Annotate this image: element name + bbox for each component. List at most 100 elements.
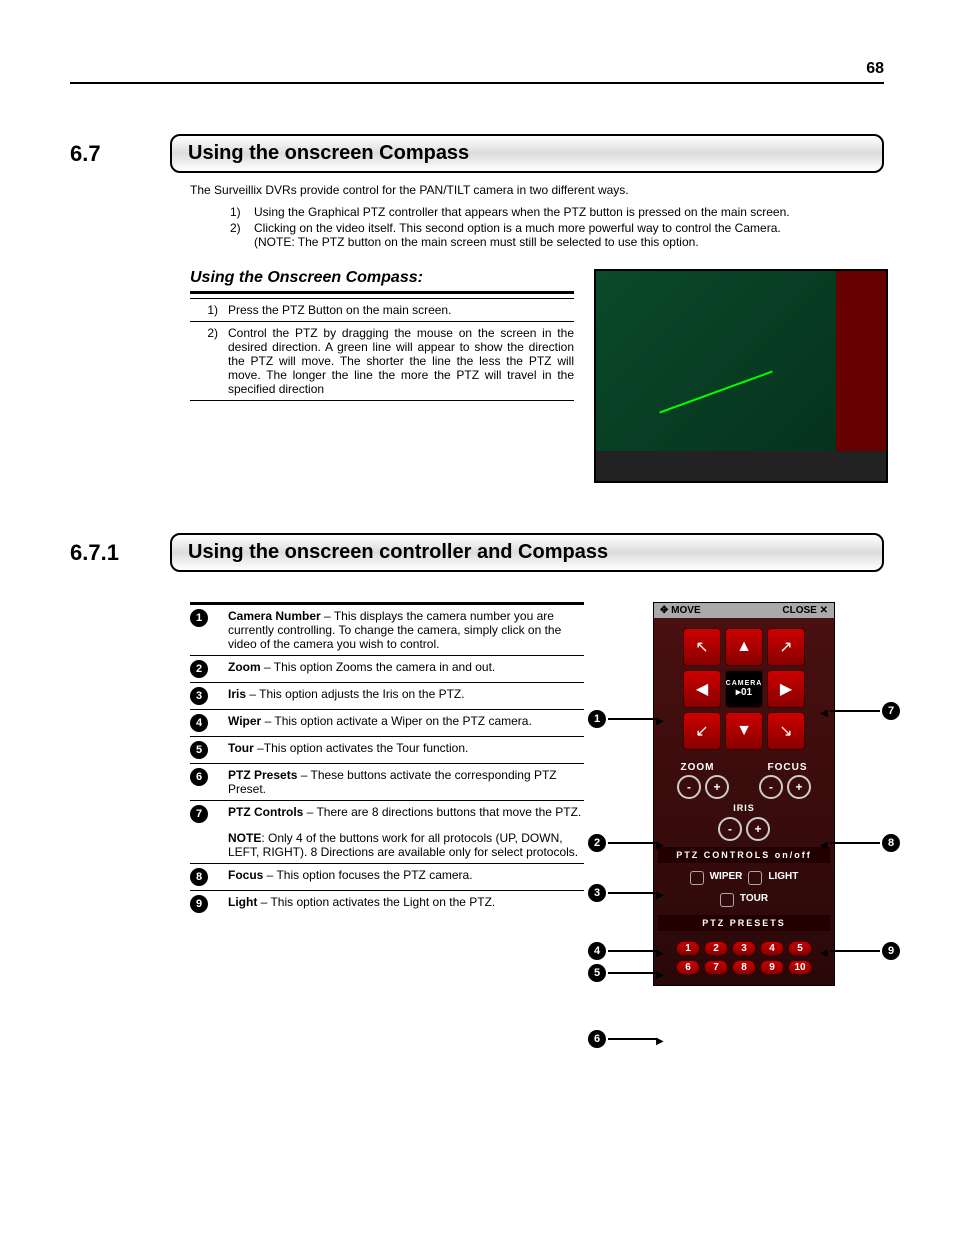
camera-number-display[interactable]: CAMERA ▸01 bbox=[725, 670, 763, 708]
callout-8: 8 bbox=[830, 834, 900, 852]
direction-pad: ↖ ▲ ↗ ◀ CAMERA ▸01 ▶ ↙ ▼ ↘ bbox=[654, 618, 834, 756]
feature-text: PTZ Controls – There are 8 directions bu… bbox=[228, 805, 584, 823]
feature-text: Light – This option activates the Light … bbox=[228, 895, 584, 913]
feature-list: 1 Camera Number – This displays the camer… bbox=[190, 602, 584, 986]
callout-2: 2 bbox=[588, 834, 658, 852]
focus-out-button[interactable]: - bbox=[759, 775, 783, 799]
divider bbox=[190, 291, 574, 294]
feature-row: 8 Focus – This option focuses the PTZ cam… bbox=[190, 863, 584, 890]
move-label[interactable]: ✥ MOVE bbox=[660, 605, 701, 616]
wiper-label: WIPER bbox=[710, 871, 743, 885]
feature-number-badge: 8 bbox=[190, 868, 208, 886]
preset-grid: 12345 6789 10 bbox=[654, 935, 834, 985]
feature-text: PTZ Presets – These buttons activate the… bbox=[228, 768, 584, 796]
callout-1: 1 bbox=[588, 710, 658, 728]
close-button[interactable]: CLOSE ✕ bbox=[782, 605, 828, 616]
dir-left[interactable]: ◀ bbox=[683, 670, 721, 708]
preset-button-6[interactable]: 6 bbox=[676, 960, 700, 975]
callout-badge: 4 bbox=[588, 942, 606, 960]
feature-text: Focus – This option focuses the PTZ came… bbox=[228, 868, 584, 886]
feature-number-badge: 4 bbox=[190, 714, 208, 732]
feature-text: Iris – This option adjusts the Iris on t… bbox=[228, 687, 584, 705]
preset-button-5[interactable]: 5 bbox=[788, 941, 812, 956]
callout-badge: 8 bbox=[882, 834, 900, 852]
feature-text: Tour –This option activates the Tour fun… bbox=[228, 741, 584, 759]
ptz-controller-panel: ✥ MOVE CLOSE ✕ ↖ ▲ ↗ ◀ CAMERA ▸01 ▶ ↙ ▼ … bbox=[653, 602, 835, 986]
feature-number-badge: 7 bbox=[190, 805, 208, 823]
callout-3: 3 bbox=[588, 884, 658, 902]
steps-list: 1)Press the PTZ Button on the main scree… bbox=[190, 298, 574, 401]
light-label: LIGHT bbox=[768, 871, 798, 885]
feature-number-badge: 6 bbox=[190, 768, 208, 786]
wiper-checkbox[interactable] bbox=[690, 871, 704, 885]
preset-button-3[interactable]: 3 bbox=[732, 941, 756, 956]
dir-down-right[interactable]: ↘ bbox=[767, 712, 805, 750]
tour-label: TOUR bbox=[740, 893, 768, 907]
step-1: Press the PTZ Button on the main screen. bbox=[228, 303, 574, 317]
feature-row: 7 PTZ Controls – There are 8 directions b… bbox=[190, 800, 584, 827]
callout-4: 4 bbox=[588, 942, 658, 960]
callout-7: 7 bbox=[830, 702, 900, 720]
presets-label: PTZ PRESETS bbox=[658, 915, 830, 931]
dir-up-left[interactable]: ↖ bbox=[683, 628, 721, 666]
feature-number-badge: 2 bbox=[190, 660, 208, 678]
section-6-7-1-header: 6.7.1 Using the onscreen controller and … bbox=[70, 533, 884, 572]
callout-badge: 9 bbox=[882, 942, 900, 960]
iris-close-button[interactable]: - bbox=[718, 817, 742, 841]
compass-screenshot bbox=[594, 269, 888, 483]
zoom-out-button[interactable]: - bbox=[677, 775, 701, 799]
feature-row: 4 Wiper – This option activate a Wiper on… bbox=[190, 709, 584, 736]
light-checkbox[interactable] bbox=[748, 871, 762, 885]
step-2: Control the PTZ by dragging the mouse on… bbox=[228, 326, 574, 396]
section-title-2: Using the onscreen controller and Compas… bbox=[170, 533, 884, 572]
dir-up[interactable]: ▲ bbox=[725, 628, 763, 666]
callout-badge: 7 bbox=[882, 702, 900, 720]
section1-intro: The Surveillix DVRs provide control for … bbox=[190, 183, 884, 197]
tour-checkbox[interactable] bbox=[720, 893, 734, 907]
callout-badge: 5 bbox=[588, 964, 606, 982]
preset-button-1[interactable]: 1 bbox=[676, 941, 700, 956]
dir-down-left[interactable]: ↙ bbox=[683, 712, 721, 750]
list-item-1: Using the Graphical PTZ controller that … bbox=[254, 205, 790, 219]
subheading-onscreen-compass: Using the Onscreen Compass: bbox=[190, 269, 574, 287]
zoom-label: ZOOM bbox=[681, 762, 715, 773]
preset-button-10[interactable]: 10 bbox=[788, 960, 812, 975]
section-number: 6.7 bbox=[70, 141, 170, 167]
zoom-in-button[interactable]: + bbox=[705, 775, 729, 799]
iris-open-button[interactable]: + bbox=[746, 817, 770, 841]
feature-text: Wiper – This option activate a Wiper on … bbox=[228, 714, 584, 732]
callout-9: 9 bbox=[830, 942, 900, 960]
feature-row: 3 Iris – This option adjusts the Iris on … bbox=[190, 682, 584, 709]
section1-list: 1)Using the Graphical PTZ controller tha… bbox=[230, 205, 824, 249]
feature-number-badge: 3 bbox=[190, 687, 208, 705]
callout-badge: 6 bbox=[588, 1030, 606, 1048]
focus-label: FOCUS bbox=[768, 762, 808, 773]
ptz-controls-toggle[interactable]: PTZ CONTROLS on/off bbox=[658, 847, 830, 863]
dir-right[interactable]: ▶ bbox=[767, 670, 805, 708]
feature-row: 6 PTZ Presets – These buttons activate th… bbox=[190, 763, 584, 800]
preset-button-2[interactable]: 2 bbox=[704, 941, 728, 956]
feature-row: NOTE: Only 4 of the buttons work for all… bbox=[190, 827, 584, 863]
dir-up-right[interactable]: ↗ bbox=[767, 628, 805, 666]
callout-6: 6 bbox=[588, 1030, 658, 1048]
feature-number-badge: 1 bbox=[190, 609, 208, 627]
controller-column: 12345 6 789 ✥ MOVE CLOSE ✕ ↖ ▲ ↗ ◀ CAMERA… bbox=[604, 602, 884, 986]
feature-row: 9 Light – This option activates the Light… bbox=[190, 890, 584, 917]
preset-button-9[interactable]: 9 bbox=[760, 960, 784, 975]
focus-in-button[interactable]: + bbox=[787, 775, 811, 799]
section-6-7-header: 6.7 Using the onscreen Compass bbox=[70, 134, 884, 173]
feature-text: Camera Number – This displays the camera… bbox=[228, 609, 584, 651]
feature-number-badge: 5 bbox=[190, 741, 208, 759]
iris-label: IRIS bbox=[654, 801, 834, 815]
preset-button-8[interactable]: 8 bbox=[732, 960, 756, 975]
feature-text: NOTE: Only 4 of the buttons work for all… bbox=[228, 831, 584, 859]
feature-row: 1 Camera Number – This displays the camer… bbox=[190, 602, 584, 655]
section-title: Using the onscreen Compass bbox=[170, 134, 884, 173]
feature-number-badge: 9 bbox=[190, 895, 208, 913]
callout-badge: 2 bbox=[588, 834, 606, 852]
preset-button-7[interactable]: 7 bbox=[704, 960, 728, 975]
dir-down[interactable]: ▼ bbox=[725, 712, 763, 750]
page-number: 68 bbox=[70, 60, 884, 84]
feature-text: Zoom – This option Zooms the camera in a… bbox=[228, 660, 584, 678]
preset-button-4[interactable]: 4 bbox=[760, 941, 784, 956]
